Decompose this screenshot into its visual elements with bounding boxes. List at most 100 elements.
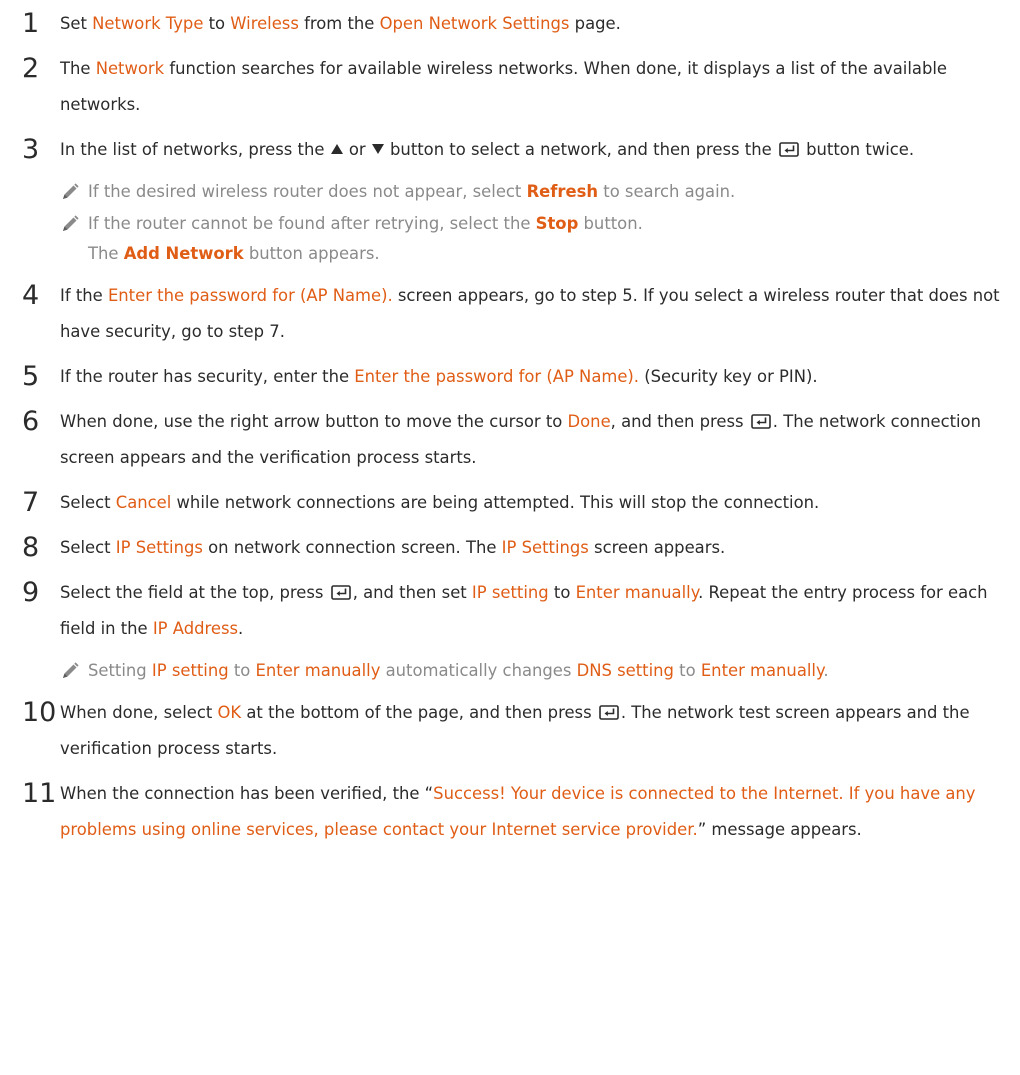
step-8: 8 Select IP Settings on network connecti… [22, 530, 1002, 566]
step-number: 2 [22, 53, 40, 84]
step-text: Set Network Type to Wireless from the Op… [60, 6, 621, 42]
step-7: 7 Select Cancel while network connection… [22, 485, 1002, 521]
text-run: Set [60, 14, 93, 33]
text-run: Select [60, 493, 116, 512]
text-run: Select [60, 538, 116, 557]
text-run: , and then press [610, 412, 749, 431]
step-number: 9 [22, 577, 40, 608]
text-run: , and then set [352, 583, 472, 602]
text-run: . [823, 661, 829, 680]
text-run: or [343, 140, 371, 159]
text-run: while network connections are being atte… [171, 493, 820, 512]
down-triangle-icon [371, 132, 385, 168]
text-run: automatically changes [380, 661, 577, 680]
note-step3-stop: If the router cannot be found after retr… [60, 209, 990, 269]
highlighted-term: Network [95, 59, 165, 78]
text-run: (Security key or PIN). [639, 367, 818, 386]
text-run: to [548, 583, 576, 602]
highlighted-term: Enter the password for (AP Name). [354, 367, 640, 386]
text-run: to [203, 14, 231, 33]
text-run: function searches for available wireless… [60, 59, 947, 114]
text-run: The [60, 59, 96, 78]
text-run: If the router cannot be found after retr… [88, 214, 536, 233]
enter-button-icon [779, 134, 799, 157]
step-number: 10 [22, 697, 57, 728]
note-step3-refresh: If the desired wireless router does not … [60, 177, 990, 207]
text-run: button appears. [243, 244, 380, 263]
highlighted-term: Enter manually [255, 661, 381, 680]
pencil-icon [60, 656, 88, 686]
manual-page: 1 Set Network Type to Wireless from the … [0, 0, 1020, 1075]
step-text: Select Cancel while network connections … [60, 485, 819, 521]
note-step9-dns: Setting IP setting to Enter manually aut… [60, 656, 990, 686]
step-5: 5 If the router has security, enter the … [22, 359, 1002, 395]
text-run: to [228, 661, 256, 680]
text-run: page. [569, 14, 621, 33]
highlighted-term: IP setting [151, 661, 229, 680]
step-text: When the connection has been verified, t… [60, 776, 1002, 848]
text-run: If the router has security, enter the [60, 367, 355, 386]
text-run: ” message appears. [697, 820, 862, 839]
text-run: button. [578, 214, 643, 233]
pencil-icon [60, 177, 88, 207]
text-run: Setting [88, 661, 152, 680]
step-number: 8 [22, 532, 40, 563]
text-run: button twice. [800, 140, 915, 159]
text-run: If the desired wireless router does not … [88, 182, 527, 201]
text-run: on network connection screen. The [202, 538, 502, 557]
step-text: When done, use the right arrow button to… [60, 404, 1002, 476]
highlighted-term: IP Address [152, 619, 239, 638]
step-text: If the Enter the password for (AP Name).… [60, 278, 1002, 350]
highlighted-term: Enter manually [700, 661, 824, 680]
step-3: 3 In the list of networks, press the or … [22, 132, 1002, 168]
step-text: When done, select OK at the bottom of th… [60, 695, 1002, 767]
step-number: 5 [22, 361, 40, 392]
up-triangle-icon [330, 132, 344, 168]
step-text: The Network function searches for availa… [60, 51, 1002, 123]
step-6: 6 When done, use the right arrow button … [22, 404, 1002, 476]
pencil-icon [60, 209, 88, 239]
text-run: When done, use the right arrow button to… [60, 412, 568, 431]
note-text: If the router cannot be found after retr… [88, 209, 643, 269]
step-number: 4 [22, 280, 40, 311]
text-run: When done, select [60, 703, 218, 722]
step-1: 1 Set Network Type to Wireless from the … [22, 6, 1002, 42]
step-text: If the router has security, enter the En… [60, 359, 818, 395]
step-number: 3 [22, 134, 40, 165]
step-text: Select the field at the top, press , and… [60, 575, 1002, 647]
note-text: Setting IP setting to Enter manually aut… [88, 656, 829, 686]
note-text: If the desired wireless router does not … [88, 177, 735, 207]
text-run: In the list of networks, press the [60, 140, 330, 159]
highlighted-term: IP setting [471, 583, 549, 602]
highlighted-term: Wireless [230, 14, 299, 33]
text-run: button to select a network, and then pre… [384, 140, 777, 159]
text-run: from the [298, 14, 380, 33]
step-number: 7 [22, 487, 40, 518]
text-run: The [88, 244, 124, 263]
enter-button-icon [330, 577, 351, 600]
highlighted-term: Cancel [115, 493, 172, 512]
highlighted-term: OK [217, 703, 242, 722]
text-run: When the connection has been verified, t… [60, 784, 434, 803]
highlighted-term: Open Network Settings [379, 14, 570, 33]
step-9: 9 Select the field at the top, press , a… [22, 575, 1002, 647]
highlighted-term: Add Network [123, 244, 244, 263]
enter-button-icon [750, 406, 771, 429]
highlighted-term: DNS setting [576, 661, 674, 680]
highlighted-term: IP Settings [115, 538, 203, 557]
highlighted-term: Refresh [526, 182, 599, 201]
highlighted-term: IP Settings [501, 538, 589, 557]
step-text: In the list of networks, press the or bu… [60, 132, 914, 168]
step-text: Select IP Settings on network connection… [60, 530, 725, 566]
highlighted-term: Network Type [92, 14, 204, 33]
enter-button-icon [599, 697, 619, 720]
step-10: 10 When done, select OK at the bottom of… [22, 695, 1002, 767]
step-number: 6 [22, 406, 40, 437]
step-number: 1 [22, 8, 40, 39]
step-number: 11 [22, 778, 57, 809]
text-run: . [238, 619, 244, 638]
text-run: screen appears. [588, 538, 726, 557]
text-run: at the bottom of the page, and then pres… [241, 703, 597, 722]
highlighted-term: Enter manually [575, 583, 699, 602]
step-2: 2 The Network function searches for avai… [22, 51, 1002, 123]
